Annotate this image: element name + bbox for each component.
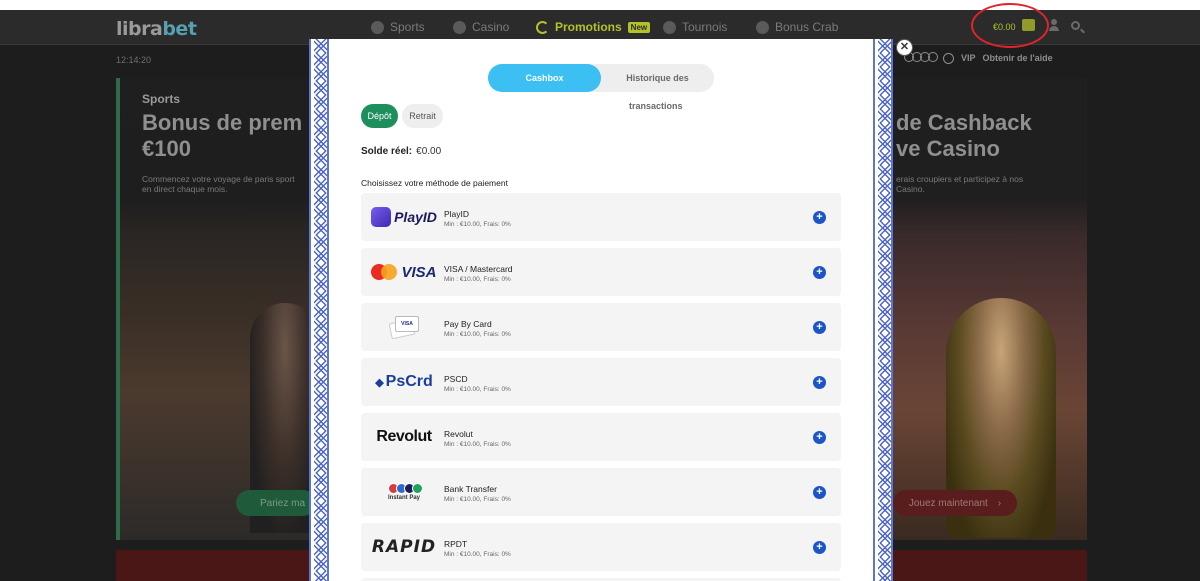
revolut-logo: Revolut <box>376 428 432 445</box>
globe-icon[interactable] <box>943 52 954 64</box>
real-balance: Solde réel: €0.00 <box>361 146 442 157</box>
nav-promotions[interactable]: Promotions New <box>536 20 651 34</box>
add-icon[interactable]: + <box>813 211 826 224</box>
payment-method-rpdt[interactable]: RAPID RPDT Min : €10.00, Frais: 0% + <box>361 523 841 571</box>
cashbox-tabs: Cashbox Historique des <box>488 64 714 92</box>
casino-banner: de Cashback ve Casino erais croupiers et… <box>888 78 1087 540</box>
tournaments-icon <box>663 20 676 34</box>
nav-bonus-crab[interactable]: Bonus Crab <box>756 20 838 34</box>
playid-logo: PlayID <box>369 199 439 235</box>
method-limits: Min : €10.00, Frais: 0% <box>444 496 511 503</box>
method-name: Pay By Card <box>444 319 492 329</box>
method-name: VISA / Mastercard <box>444 264 513 274</box>
banner-description: Commencez votre voyage de paris sport en… <box>142 174 295 194</box>
balance-highlight-circle <box>971 3 1049 48</box>
withdraw-button[interactable]: Retrait <box>402 104 443 128</box>
nav-sports[interactable]: Sports <box>371 20 425 34</box>
promotions-icon <box>536 20 549 34</box>
sub-bar: VIP Obtenir de l'aide <box>904 52 1053 64</box>
method-limits: Min : €10.00, Frais: 0% <box>444 276 511 283</box>
visa-mastercard-logo: VISA <box>369 254 439 290</box>
banner-headline: de Cashback ve Casino <box>896 110 1032 161</box>
payment-method-bank-transfer[interactable]: Instant Pay Bank Transfer Min : €10.00, … <box>361 468 841 516</box>
user-icon[interactable] <box>1048 19 1060 31</box>
close-icon[interactable]: ✕ <box>896 39 913 56</box>
method-name: PSCD <box>444 374 468 384</box>
vip-link[interactable]: VIP <box>961 53 976 63</box>
payment-method-revolut[interactable]: Revolut Revolut Min : €10.00, Frais: 0% … <box>361 413 841 461</box>
bottom-promo-strip <box>888 550 1087 581</box>
banner-headline: Bonus de prem €100 <box>142 110 303 161</box>
casino-icon <box>453 20 466 34</box>
nav-tournaments[interactable]: Tournois <box>663 20 727 34</box>
bet-now-button[interactable]: Pariez ma <box>236 490 316 516</box>
payment-method-visa-mastercard[interactable]: VISA VISA / Mastercard Min : €10.00, Fra… <box>361 248 841 296</box>
method-limits: Min : €10.00, Frais: 0% <box>444 551 511 558</box>
play-now-button[interactable]: Jouez maintenant › <box>893 490 1017 516</box>
add-icon[interactable]: + <box>813 376 826 389</box>
bottom-promo-strip <box>116 550 316 581</box>
deposit-button[interactable]: Dépôt <box>361 104 398 128</box>
add-icon[interactable]: + <box>813 541 826 554</box>
method-name: PlayID <box>444 209 470 219</box>
payment-method-playid[interactable]: PlayID PlayID Min : €10.00, Frais: 0% + <box>361 193 841 241</box>
method-name: Bank Transfer <box>444 484 497 494</box>
decorative-border-right <box>873 39 893 581</box>
decorative-border-left <box>309 39 329 581</box>
search-icon[interactable] <box>1071 21 1080 30</box>
rapid-logo: RAPID <box>371 537 437 557</box>
tab-transaction-history[interactable]: Historique des <box>601 64 714 92</box>
tab-cashbox[interactable]: Cashbox <box>488 64 601 92</box>
bonus-crab-icon <box>756 20 769 34</box>
sports-banner: Sports Bonus de prem €100 Commencez votr… <box>116 78 316 540</box>
cashbox-modal: Cashbox Historique des transactions Dépô… <box>309 39 893 581</box>
clock: 12:14:20 <box>116 55 152 65</box>
add-icon[interactable]: + <box>813 431 826 444</box>
method-limits: Min : €10.00, Frais: 0% <box>444 331 511 338</box>
site-logo[interactable]: librabet <box>116 18 197 40</box>
banner-kicker: Sports <box>142 92 181 106</box>
payment-method-pscd[interactable]: ◆ PsCrd PSCD Min : €10.00, Frais: 0% + <box>361 358 841 406</box>
add-icon[interactable]: + <box>813 486 826 499</box>
method-name: Revolut <box>444 429 473 439</box>
help-link[interactable]: Obtenir de l'aide <box>983 53 1053 63</box>
method-name: RPDT <box>444 539 468 549</box>
chevron-right-icon: › <box>997 497 1002 509</box>
add-icon[interactable]: + <box>813 321 826 334</box>
add-icon[interactable]: + <box>813 266 826 279</box>
payment-method-heading: Choisissez votre méthode de paiement <box>361 178 508 188</box>
method-limits: Min : €10.00, Frais: 0% <box>444 441 511 448</box>
method-limits: Min : €10.00, Frais: 0% <box>444 386 511 393</box>
nav-casino[interactable]: Casino <box>453 20 509 34</box>
new-badge: New <box>627 21 651 33</box>
card-logo: VISA <box>369 309 439 345</box>
method-limits: Min : €10.00, Frais: 0% <box>444 221 511 228</box>
pscrd-logo: ◆ PsCrd <box>375 373 433 390</box>
tab-transaction-history-line2[interactable]: transactions <box>629 101 683 111</box>
payment-method-pay-by-card[interactable]: VISA Pay By Card Min : €10.00, Frais: 0%… <box>361 303 841 351</box>
sports-icon <box>371 20 384 34</box>
instant-pay-logo: Instant Pay <box>369 474 439 510</box>
banner-description: erais croupiers et participez à nos Casi… <box>896 174 1024 194</box>
